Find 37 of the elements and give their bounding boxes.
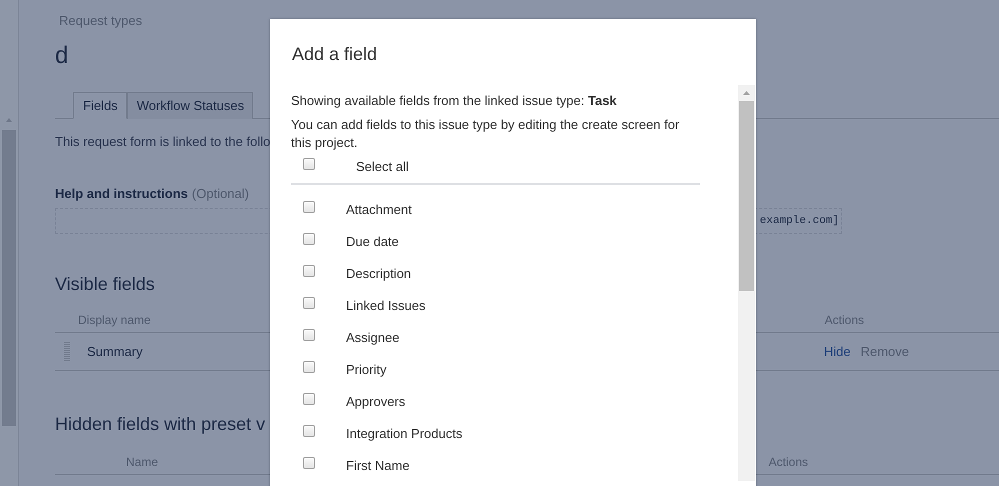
field-option-label[interactable]: Priority	[346, 362, 386, 376]
intro-text: This request form is linked to the follo	[55, 134, 270, 149]
checkbox[interactable]	[303, 393, 315, 405]
dialog-title: Add a field	[292, 44, 378, 65]
field-option-label[interactable]: Linked Issues	[346, 298, 426, 312]
checkbox[interactable]	[303, 425, 315, 437]
checkbox[interactable]	[303, 201, 315, 213]
help-label: Help and instructions	[55, 186, 188, 201]
drag-handle-icon[interactable]	[64, 342, 70, 362]
column-header: Name	[126, 454, 158, 468]
column-header: Actions	[768, 454, 808, 468]
section-heading: Visible fields	[55, 274, 155, 295]
tab[interactable]: Workflow Statuses	[126, 92, 254, 119]
field-option-label[interactable]: Assignee	[346, 330, 400, 344]
checkbox[interactable]	[303, 329, 315, 341]
field-option-label[interactable]: Integration Products	[346, 426, 462, 440]
field-option-label[interactable]: Attachment	[346, 202, 412, 216]
page-title: d	[55, 42, 68, 70]
checkbox[interactable]	[303, 361, 315, 373]
checkbox[interactable]	[303, 265, 315, 277]
field-option-label[interactable]: Description	[346, 266, 412, 280]
column-header: Display name	[78, 312, 151, 326]
field-option-label[interactable]: Due date	[346, 234, 399, 248]
select-all-label[interactable]: Select all	[356, 158, 409, 174]
field-option-label[interactable]: First Name	[346, 458, 410, 472]
field-option-label[interactable]: Approvers	[346, 394, 406, 408]
checkbox[interactable]	[303, 297, 315, 309]
source-text: Showing available fields from the linked issue type: Task	[291, 93, 618, 108]
hint-text: You can add fields to this issue type by editing the create screen for this project.	[291, 116, 680, 152]
checkbox[interactable]	[303, 158, 315, 170]
checkbox[interactable]	[303, 233, 315, 245]
table-cell: Summary	[87, 344, 143, 359]
section-heading: Hidden fields with preset v	[55, 414, 266, 435]
tab[interactable]: Fields	[73, 92, 127, 119]
column-header: Actions	[824, 312, 864, 326]
optional-note: (Optional)	[192, 186, 249, 201]
checkbox[interactable]	[303, 457, 315, 469]
